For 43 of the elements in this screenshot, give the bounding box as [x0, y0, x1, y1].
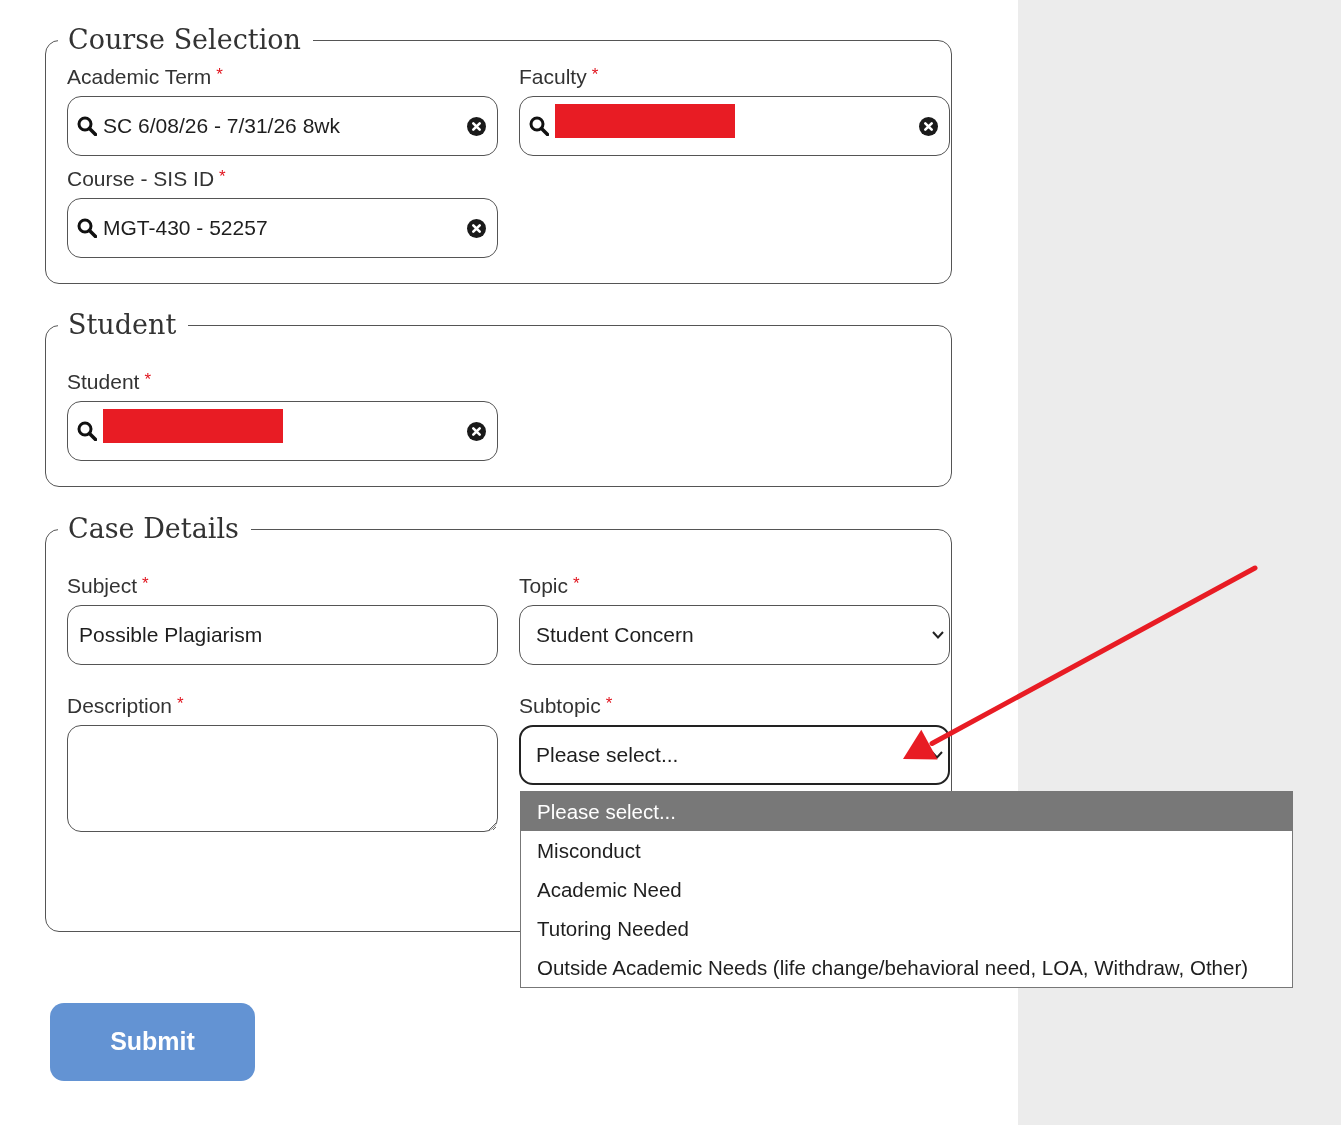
required-mark: *: [177, 694, 184, 713]
required-mark: *: [591, 65, 599, 84]
field-label: Academic Term: [67, 65, 212, 88]
search-icon: [529, 116, 549, 136]
search-icon: [77, 218, 97, 238]
select-field[interactable]: Please select...: [519, 725, 950, 785]
chevron-down-icon: [932, 631, 944, 639]
dropdown-option[interactable]: Academic Need: [521, 870, 1292, 909]
field-label: Topic: [519, 574, 569, 597]
section-title: Course Selection: [67, 23, 302, 57]
textarea-field[interactable]: [67, 725, 498, 832]
field-label: Subtopic: [519, 694, 601, 717]
section-title: Case Details: [67, 512, 240, 546]
clear-icon[interactable]: [467, 116, 486, 136]
section-title: Student: [67, 308, 178, 342]
clear-icon[interactable]: [467, 421, 486, 441]
required-mark: *: [216, 65, 223, 84]
field-label: Faculty: [519, 65, 587, 88]
field-value: SC 6/08/26 - 7/31/26 8wk: [103, 113, 340, 140]
required-mark: *: [142, 574, 149, 593]
search-field[interactable]: SC 6/08/26 - 7/31/26 8wk: [67, 96, 498, 156]
field-label: Description: [67, 694, 173, 717]
clear-icon[interactable]: [919, 116, 938, 136]
clear-icon[interactable]: [467, 218, 486, 238]
dropdown-option[interactable]: Outside Academic Needs (life change/behavioral need, LOA, Withdraw, Other): [521, 948, 1292, 987]
search-icon: [77, 116, 97, 136]
text-field[interactable]: Possible Plagiarism: [67, 605, 498, 665]
required-mark: *: [605, 694, 613, 713]
field-label: Subject: [67, 574, 138, 597]
required-mark: *: [144, 370, 152, 389]
search-field[interactable]: [67, 401, 498, 461]
field-label: Student: [67, 370, 140, 393]
field-value: MGT-430 - 52257: [103, 215, 268, 242]
dropdown-option[interactable]: Tutoring Needed: [521, 909, 1292, 948]
required-mark: *: [219, 167, 226, 186]
search-icon: [77, 421, 97, 441]
dropdown-option[interactable]: Please select...: [521, 792, 1292, 831]
search-field[interactable]: [519, 96, 950, 156]
select-field[interactable]: Student Concern: [519, 605, 950, 665]
dropdown-option[interactable]: Misconduct: [521, 831, 1292, 870]
required-mark: *: [573, 574, 580, 593]
field-label: Course - SIS ID: [67, 167, 215, 190]
search-field[interactable]: MGT-430 - 52257: [67, 198, 498, 258]
